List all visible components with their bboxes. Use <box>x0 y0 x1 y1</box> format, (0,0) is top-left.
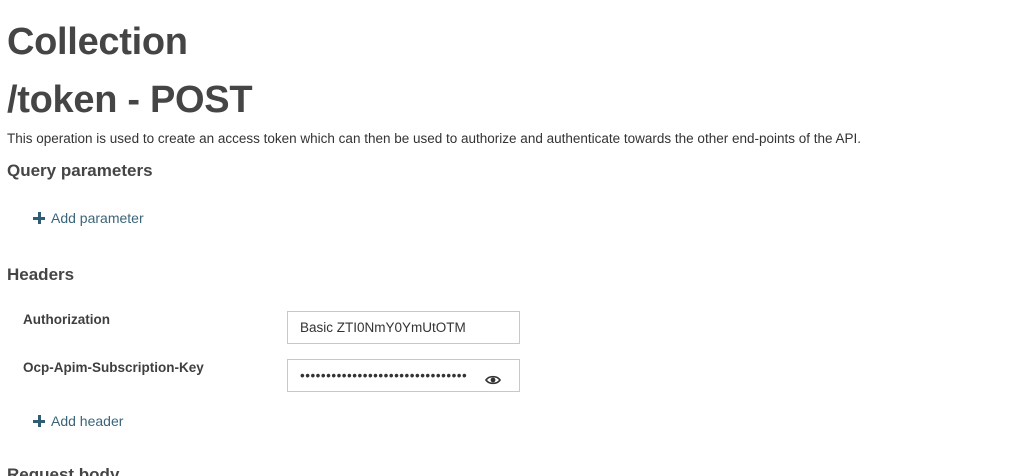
headers-title: Headers <box>7 265 75 284</box>
add-parameter-label: Add parameter <box>51 210 144 226</box>
collection-title: Collection <box>7 21 188 63</box>
plus-icon <box>33 212 45 224</box>
operation-title: /token - POST <box>7 79 253 121</box>
header-name-authorization: Authorization <box>23 312 110 327</box>
authorization-header-input[interactable] <box>287 311 520 344</box>
query-parameters-title: Query parameters <box>7 161 153 180</box>
add-parameter-button[interactable]: Add parameter <box>33 209 144 227</box>
add-header-label: Add header <box>51 413 124 429</box>
add-header-button[interactable]: Add header <box>33 412 123 430</box>
operation-page: Collection /token - POST This operation … <box>0 0 1026 476</box>
operation-description: This operation is used to create an acce… <box>7 131 862 146</box>
eye-icon[interactable] <box>485 375 501 385</box>
header-name-subscription-key: Ocp-Apim-Subscription-Key <box>23 360 204 375</box>
plus-icon <box>33 415 45 427</box>
request-body-title: Request body <box>7 465 120 476</box>
